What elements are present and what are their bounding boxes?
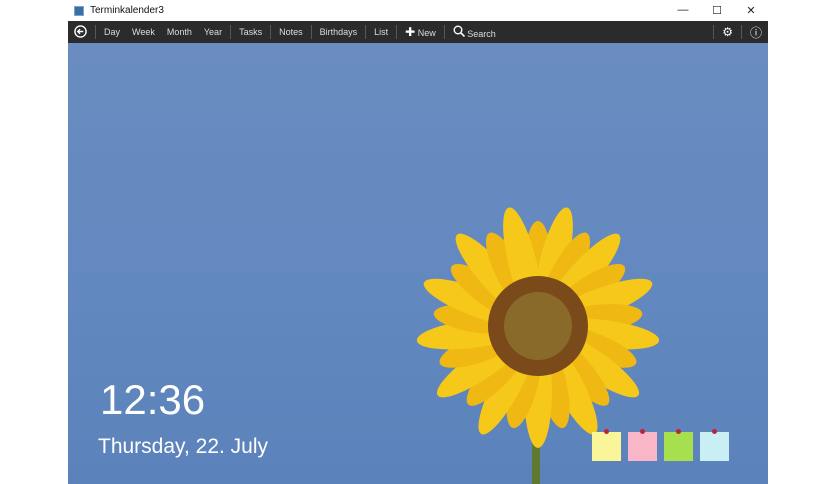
window-title: Terminkalender3 [90, 5, 164, 16]
pin-icon [640, 429, 645, 434]
sticky-note-green[interactable] [664, 429, 693, 461]
search-label: Search [467, 29, 496, 39]
pin-icon [676, 429, 681, 434]
sticky-note-yellow[interactable] [592, 429, 621, 461]
close-button[interactable]: ✕ [734, 4, 768, 17]
tab-week[interactable]: Week [126, 27, 161, 37]
sticky-note-cyan[interactable] [700, 429, 729, 461]
tab-birthdays[interactable]: Birthdays [314, 27, 364, 37]
tab-year[interactable]: Year [198, 27, 228, 37]
toolbar: Day Week Month Year Tasks Notes Birthday… [68, 21, 768, 43]
plus-icon: ✚ [405, 25, 416, 39]
pin-icon [604, 429, 609, 434]
tab-day[interactable]: Day [98, 27, 126, 37]
clock-time: 12:36 [100, 376, 206, 423]
search-button[interactable]: Search [447, 25, 502, 39]
tab-list[interactable]: List [368, 27, 394, 37]
search-icon [453, 25, 465, 38]
sticky-note-pink[interactable] [628, 429, 657, 461]
minimize-button[interactable]: — [666, 4, 700, 17]
tab-month[interactable]: Month [161, 27, 198, 37]
back-arrow-icon [74, 24, 87, 38]
pin-icon [712, 429, 717, 434]
clock-date: Thursday, 22. July [98, 435, 269, 458]
settings-gear-icon[interactable]: ⚙ [716, 25, 739, 39]
tab-notes[interactable]: Notes [273, 27, 309, 37]
info-icon[interactable]: ⓘ [744, 24, 768, 41]
new-label: New [417, 28, 436, 38]
app-icon [74, 5, 84, 16]
lockscreen-background: 12:36 Thursday, 22. July [68, 43, 768, 484]
back-button[interactable] [68, 24, 93, 40]
tab-tasks[interactable]: Tasks [233, 27, 268, 37]
maximize-button[interactable]: ☐ [700, 4, 734, 17]
app-window: Terminkalender3 — ☐ ✕ Day Week Month Yea… [68, 0, 768, 484]
title-bar: Terminkalender3 — ☐ ✕ [68, 0, 768, 21]
new-button[interactable]: ✚ New [399, 25, 442, 39]
